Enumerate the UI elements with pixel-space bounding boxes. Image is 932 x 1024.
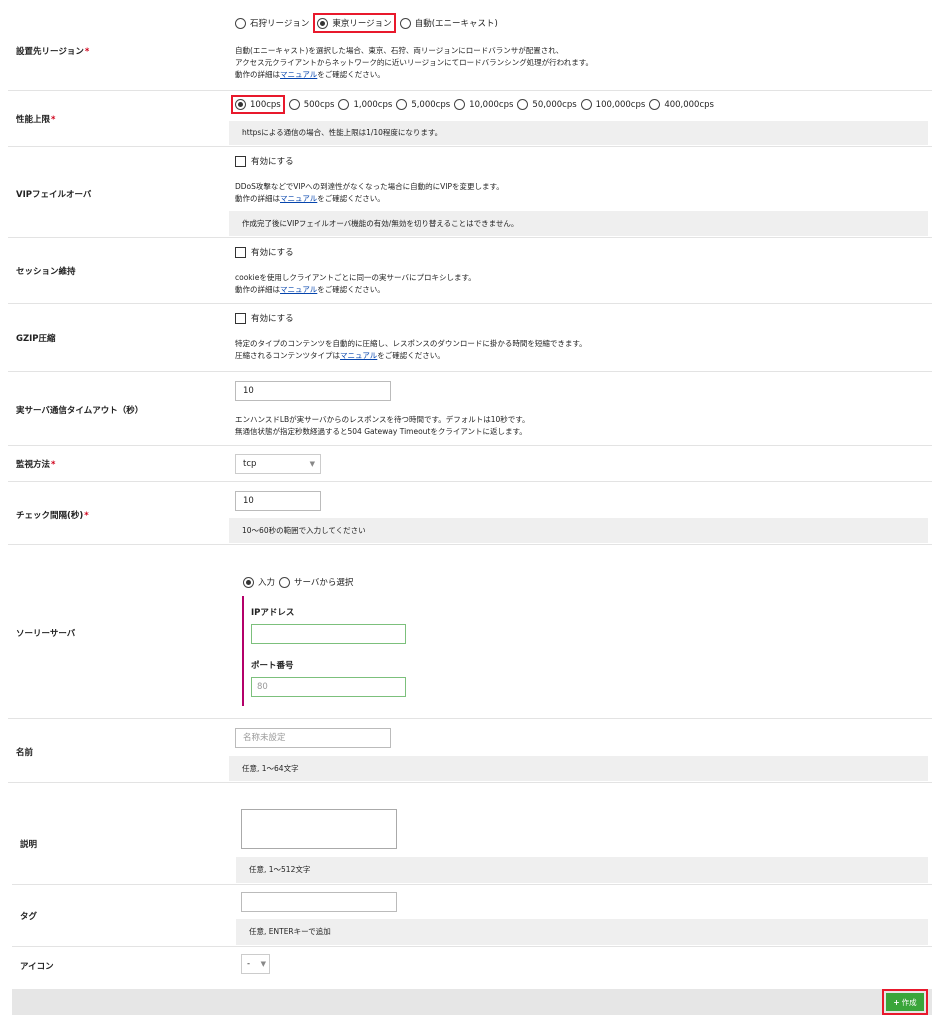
vip-label: VIPフェイルオーバ: [16, 190, 92, 200]
timeout-label: 実サーバ通信タイムアウト（秒）: [16, 406, 144, 416]
gzip-help: 特定のタイプのコンテンツを自動的に圧縮し、レスポンスのダウンロードに掛かる時間を…: [235, 339, 587, 360]
performance-option-100[interactable]: 100cps: [231, 95, 285, 114]
session-label: セッション維持: [16, 267, 76, 277]
checkbox-box[interactable]: [235, 312, 246, 324]
sorry-port-label: ポート番号: [251, 661, 294, 671]
description-textarea[interactable]: [241, 809, 397, 849]
sorry-radio-group: 入力 サーバから選択: [243, 576, 357, 588]
gzip-label: GZIP圧縮: [16, 334, 56, 344]
performance-radio-group: 100cps 500cps 1,000cps 5,000cps 10,000cp…: [231, 95, 718, 114]
sorry-sub-border: [242, 596, 244, 706]
region-option-tokyo[interactable]: 東京リージョン: [313, 13, 396, 33]
performance-option-5000[interactable]: 5,000cps: [396, 99, 450, 110]
performance-option-500[interactable]: 500cps: [288, 99, 334, 110]
chevron-down-icon: ▼: [260, 960, 266, 968]
form-footer: + 作成: [12, 989, 932, 1015]
performance-option-50000[interactable]: 50,000cps: [517, 99, 577, 110]
region-option-ishikari[interactable]: 石狩リージョン: [235, 17, 309, 29]
icon-label: アイコン: [20, 962, 54, 972]
vip-checkbox[interactable]: 有効にする: [235, 155, 294, 167]
monitor-label: 監視方法*: [16, 460, 56, 470]
chevron-down-icon: ▼: [309, 460, 315, 468]
plus-icon: +: [893, 997, 900, 1007]
vip-manual-link[interactable]: マニュアル: [280, 194, 317, 203]
sorry-row: ソーリーサーバ: [8, 544, 932, 719]
name-input[interactable]: 名称未設定: [235, 728, 391, 748]
timeout-help: エンハンスドLBが実サーバからのレスポンスを待つ時間です。デフォルトは10秒です…: [235, 415, 530, 436]
description-label: 説明: [20, 840, 38, 850]
performance-option-1000[interactable]: 1,000cps: [338, 99, 392, 110]
vip-help: DDoS攻撃などでVIPへの到達性がなくなった場合に自動的にVIPを変更します。…: [235, 182, 504, 203]
region-manual-link[interactable]: マニュアル: [280, 70, 317, 79]
sorry-port-input[interactable]: 80: [251, 677, 406, 697]
region-help: 自動(エニーキャスト)を選択した場合、東京、石狩、両リージョンにロードバランサが…: [235, 46, 594, 79]
check-interval-label: チェック間隔(秒)*: [16, 511, 89, 521]
check-interval-note: 10～60秒の範囲で入力してください: [229, 518, 928, 543]
monitor-select[interactable]: tcp ▼: [235, 454, 321, 474]
performance-option-10000[interactable]: 10,000cps: [454, 99, 513, 110]
description-note: 任意, 1～512文字: [236, 857, 928, 883]
sorry-option-select-server[interactable]: サーバから選択: [279, 576, 353, 588]
checkbox-box[interactable]: [235, 155, 246, 167]
name-label: 名前: [16, 748, 34, 758]
region-label: 設置先リージョン*: [16, 47, 90, 57]
tag-input[interactable]: [241, 892, 397, 912]
sorry-ip-input[interactable]: [251, 624, 406, 644]
icon-select[interactable]: - ▼: [241, 954, 270, 974]
session-help: cookieを使用しクライアントごとに同一の実サーバにプロキシします。 動作の詳…: [235, 273, 476, 294]
tag-label: タグ: [20, 912, 38, 922]
name-note: 任意, 1～64文字: [229, 756, 928, 781]
performance-option-400000[interactable]: 400,000cps: [649, 99, 714, 110]
timeout-input[interactable]: 10: [235, 381, 391, 401]
performance-option-100000[interactable]: 100,000cps: [580, 99, 645, 110]
sorry-ip-label: IPアドレス: [251, 608, 295, 618]
gzip-checkbox[interactable]: 有効にする: [235, 312, 294, 324]
sorry-option-input[interactable]: 入力: [243, 576, 275, 588]
session-manual-link[interactable]: マニュアル: [280, 285, 317, 294]
performance-note: httpsによる通信の場合、性能上限は1/10程度になります。: [229, 121, 928, 145]
region-option-anycast[interactable]: 自動(エニーキャスト): [399, 17, 498, 29]
create-button-label: 作成: [901, 997, 917, 1007]
create-button[interactable]: + 作成: [882, 989, 928, 1015]
region-radio-group: 石狩リージョン 東京リージョン 自動(エニーキャスト): [235, 13, 502, 33]
vip-note: 作成完了後にVIPフェイルオーバ機能の有効/無効を切り替えることはできません。: [229, 211, 928, 236]
check-interval-input[interactable]: 10: [235, 491, 321, 511]
session-checkbox[interactable]: 有効にする: [235, 246, 294, 258]
icon-row: アイコン: [12, 946, 932, 988]
checkbox-box[interactable]: [235, 246, 246, 258]
monitor-row: 監視方法*: [8, 445, 932, 482]
performance-label: 性能上限*: [16, 115, 56, 125]
gzip-manual-link[interactable]: マニュアル: [340, 351, 377, 360]
tag-note: 任意, ENTERキーで追加: [236, 919, 928, 945]
sorry-label: ソーリーサーバ: [16, 629, 76, 639]
